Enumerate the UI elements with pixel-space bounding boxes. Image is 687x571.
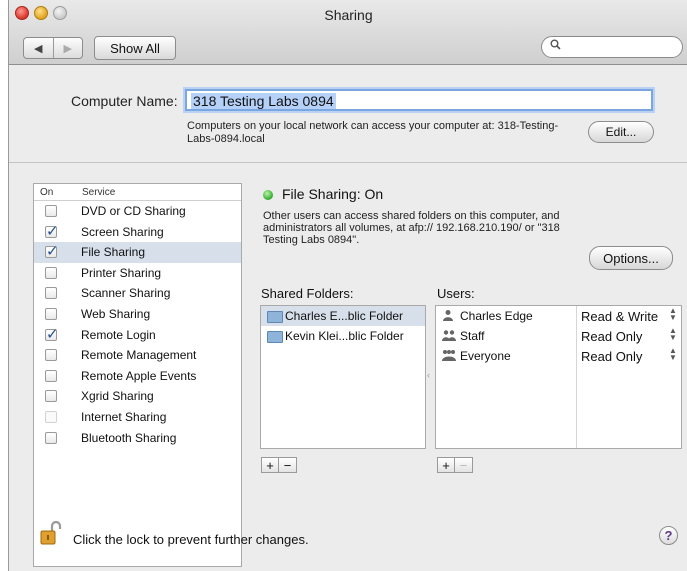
computer-name-label: Computer Name: [71, 93, 178, 109]
network-address-info: Computers on your local network can acce… [187, 120, 559, 145]
list-item[interactable]: Charles E...blic Folder [261, 306, 425, 326]
list-item[interactable]: Everyone Read Only ▲ ▼ [436, 346, 681, 366]
service-row-bluetooth-sharing[interactable]: Bluetooth Sharing [34, 428, 241, 449]
add-folder-button[interactable]: + [261, 457, 279, 473]
list-item[interactable]: Staff Read Only ▲ ▼ [436, 326, 681, 346]
options-button[interactable]: Options... [589, 246, 673, 270]
permission-popup[interactable]: Read Only [581, 349, 642, 364]
shared-folders-label: Shared Folders: [261, 286, 354, 301]
checkbox[interactable] [45, 410, 57, 423]
service-row-scanner-sharing[interactable]: Scanner Sharing [34, 283, 241, 304]
popup-arrows-icon: ▲ ▼ [669, 346, 677, 362]
checkbox[interactable] [45, 287, 57, 300]
checkbox[interactable] [45, 307, 57, 320]
checkbox[interactable] [45, 431, 57, 444]
list-item[interactable]: Kevin Klei...blic Folder [261, 326, 425, 346]
checkbox[interactable] [45, 390, 57, 403]
user-icon [442, 309, 454, 324]
computer-name-value: 318 Testing Labs 0894 [191, 93, 336, 109]
service-label: File Sharing [81, 245, 146, 260]
service-row-internet-sharing[interactable]: Internet Sharing [34, 407, 241, 428]
service-label: Bluetooth Sharing [81, 430, 177, 445]
remove-user-button[interactable]: − [455, 457, 473, 473]
service-row-web-sharing[interactable]: Web Sharing [34, 304, 241, 325]
service-label: Remote Apple Events [81, 368, 197, 383]
checkbox[interactable]: ✓ [45, 326, 59, 343]
checkbox[interactable]: ✓ [45, 223, 59, 240]
service-label: Web Sharing [81, 306, 151, 321]
header-service: Service [82, 187, 116, 198]
user-name: Charles Edge [460, 309, 533, 323]
service-label: Screen Sharing [81, 224, 164, 239]
folders-add-remove: + − [261, 457, 297, 473]
shared-folders-list: Charles E...blic Folder Kevin Klei...bli… [260, 305, 426, 449]
service-row-xgrid-sharing[interactable]: Xgrid Sharing [34, 386, 241, 407]
service-row-screen-sharing[interactable]: ✓ Screen Sharing [34, 222, 241, 243]
service-row-remote-login[interactable]: ✓ Remote Login [34, 325, 241, 346]
checkbox[interactable] [45, 266, 57, 279]
service-row-file-sharing[interactable]: ✓ File Sharing [34, 242, 241, 263]
status-description: Other users can access shared folders on… [263, 210, 560, 246]
back-forward-control: ◀ ▶ [23, 37, 83, 59]
checkbox[interactable] [45, 205, 57, 217]
popup-arrows-icon: ▲ ▼ [669, 306, 677, 322]
service-row-remote-apple-events[interactable]: Remote Apple Events [34, 366, 241, 387]
group-icon [442, 329, 456, 344]
title-bar: Sharing ◀ ▶ Show All [9, 0, 687, 65]
header-on: On [40, 187, 54, 198]
service-label: Internet Sharing [81, 409, 167, 424]
checkmark-icon: ✓ [46, 325, 59, 343]
users-label: Users: [437, 286, 475, 301]
edit-button[interactable]: Edit... [588, 121, 654, 143]
help-button[interactable]: ? [659, 526, 678, 545]
folder-icon [267, 331, 283, 343]
popup-arrows-icon: ▲ ▼ [669, 326, 677, 342]
checkbox[interactable]: ✓ [45, 243, 59, 260]
status-indicator-icon [263, 190, 273, 200]
sharing-window: Sharing ◀ ▶ Show All Computer Name: 318 … [8, 0, 687, 571]
service-label: Scanner Sharing [81, 286, 171, 301]
users-list: Charles Edge Read & Write ▲ ▼ Staff Read … [435, 305, 682, 449]
service-row-dvd-sharing[interactable]: DVD or CD Sharing [34, 201, 241, 222]
permission-popup[interactable]: Read Only [581, 329, 642, 344]
section-divider [9, 162, 687, 163]
remove-folder-button[interactable]: − [279, 457, 297, 473]
lock-icon[interactable] [40, 520, 62, 545]
user-name: Everyone [460, 349, 511, 363]
service-label: Remote Login [81, 327, 156, 342]
service-label: Xgrid Sharing [81, 389, 154, 404]
users-add-remove: + − [437, 457, 473, 473]
folder-icon [267, 311, 283, 323]
back-button[interactable]: ◀ [24, 38, 53, 58]
split-handle[interactable]: ‹ [427, 370, 431, 380]
service-row-remote-management[interactable]: Remote Management [34, 345, 241, 366]
checkbox[interactable] [45, 369, 57, 382]
service-row-printer-sharing[interactable]: Printer Sharing [34, 263, 241, 284]
show-all-button[interactable]: Show All [94, 36, 176, 60]
window-title: Sharing [324, 7, 373, 23]
checkmark-icon: ✓ [46, 222, 59, 240]
checkbox[interactable] [45, 349, 57, 362]
service-label: Printer Sharing [81, 265, 162, 280]
folder-name: Charles E...blic Folder [285, 309, 404, 323]
everyone-icon [442, 349, 456, 364]
service-label: DVD or CD Sharing [81, 204, 186, 218]
folder-name: Kevin Klei...blic Folder [285, 329, 404, 343]
add-user-button[interactable]: + [437, 457, 455, 473]
lock-message: Click the lock to prevent further change… [73, 532, 309, 547]
list-item[interactable]: Charles Edge Read & Write ▲ ▼ [436, 306, 681, 326]
service-list-header: On Service [34, 184, 241, 201]
service-label: Remote Management [81, 348, 197, 363]
user-name: Staff [460, 329, 485, 343]
permission-popup[interactable]: Read & Write [581, 309, 658, 324]
search-field[interactable] [541, 36, 683, 58]
magnifier-icon [550, 39, 561, 53]
status-title: File Sharing: On [282, 186, 384, 202]
forward-button[interactable]: ▶ [52, 38, 83, 58]
computer-name-field[interactable]: 318 Testing Labs 0894 [185, 89, 653, 111]
checkmark-icon: ✓ [46, 243, 59, 261]
service-list: On Service DVD or CD Sharing ✓ Screen Sh… [33, 183, 242, 567]
